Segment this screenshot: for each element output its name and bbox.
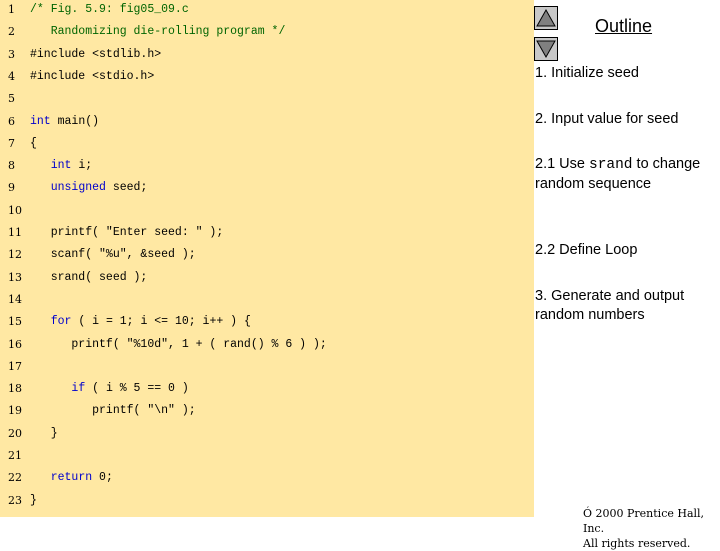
code-keyword: for	[50, 315, 72, 329]
code-text: 0;	[92, 471, 113, 485]
code-text: i;	[71, 159, 93, 173]
code-line: scanf( "%u", &seed );	[30, 248, 196, 261]
outline-step-2-1: 2.1 Use srand to change random sequence	[535, 155, 715, 194]
line-number: 15	[8, 315, 22, 329]
code-text: seed;	[105, 181, 148, 195]
code-line: /* Fig. 5.9: fig05_09.c	[30, 3, 189, 16]
line-number: 19	[8, 404, 22, 418]
code-line: unsigned seed;	[30, 181, 148, 195]
code-text: printf( "\n" );	[30, 404, 196, 418]
code-keyword: int	[30, 114, 51, 128]
line-number: 10	[8, 203, 22, 217]
code-keyword: unsigned	[50, 181, 106, 195]
code-keyword: if	[71, 382, 86, 396]
code-text: main()	[50, 114, 100, 128]
previous-slide-button[interactable]	[534, 6, 558, 30]
outline-step-2: 2. Input value for seed	[535, 111, 679, 127]
next-slide-button[interactable]	[534, 37, 558, 61]
line-number: 4	[8, 69, 15, 83]
code-line: Randomizing die-rolling program */	[30, 25, 286, 39]
code-text: scanf( "%u", &seed );	[30, 248, 196, 262]
code-line: srand( seed );	[30, 270, 148, 284]
outline-title[interactable]: Outline	[595, 16, 652, 37]
line-number: 12	[8, 248, 22, 262]
code-text: }	[30, 493, 37, 507]
outline-step-2-2: 2.2 Define Loop	[535, 242, 638, 258]
line-number: 18	[8, 382, 22, 396]
copyright-line-1: Ó 2000 Prentice Hall, Inc.	[583, 507, 705, 535]
code-line: return 0;	[30, 471, 113, 484]
code-text: printf( "%10d", 1 + ( rand() % 6 ) );	[30, 337, 327, 351]
code-line: }	[30, 494, 37, 507]
code-text: srand( seed );	[30, 270, 148, 284]
step-2-1-code: srand	[589, 157, 633, 173]
line-number: 17	[8, 359, 22, 373]
code-line: #include <stdio.h>	[30, 70, 154, 83]
line-number: 21	[8, 449, 22, 462]
code-line: for ( i = 1; i <= 10; i++ ) {	[30, 315, 251, 328]
triangle-up-icon	[536, 8, 556, 27]
code-line: {	[30, 137, 37, 150]
code-line: }	[30, 427, 58, 440]
line-number: 23	[8, 493, 22, 507]
code-line: if ( i % 5 == 0 )	[30, 382, 189, 396]
code-keyword: return	[50, 471, 93, 485]
step-2-1-prefix: 2.1 Use	[535, 156, 589, 172]
line-number: 14	[8, 292, 22, 306]
code-line: printf( "%10d", 1 + ( rand() % 6 ) );	[30, 337, 327, 351]
code-text: ( i % 5 == 0 )	[85, 382, 189, 396]
triangle-down-icon	[536, 40, 556, 59]
line-number: 11	[8, 226, 22, 239]
line-number: 7	[8, 136, 15, 150]
code-text: printf( "Enter seed: " );	[30, 226, 224, 239]
code-line: #include <stdlib.h>	[30, 48, 161, 61]
copyright-notice: Ó 2000 Prentice Hall, Inc. All rights re…	[583, 506, 720, 551]
line-number: 8	[8, 159, 15, 173]
code-text: #include <stdio.h>	[30, 69, 155, 83]
line-number: 2	[8, 25, 15, 39]
code-keyword: int	[50, 159, 72, 173]
code-line: int main()	[30, 115, 99, 128]
code-text: }	[30, 426, 58, 440]
code-text: ( i = 1; i <= 10; i++ ) {	[71, 315, 251, 329]
line-number: 3	[8, 47, 15, 61]
line-number: 6	[8, 114, 15, 128]
code-comment: Randomizing die-rolling program */	[30, 25, 286, 39]
line-number: 9	[8, 181, 15, 195]
outline-step-3: 3. Generate and output random numbers	[535, 288, 685, 323]
line-number: 22	[8, 471, 22, 485]
code-line: printf( "Enter seed: " );	[30, 226, 224, 239]
line-number: 1	[8, 3, 15, 16]
outline-step-1: 1. Initialize seed	[535, 65, 639, 81]
code-line: int i;	[30, 159, 92, 172]
code-text: {	[30, 136, 37, 150]
line-number: 13	[8, 270, 22, 284]
line-number: 16	[8, 337, 22, 351]
code-line: printf( "\n" );	[30, 404, 196, 417]
code-comment: /* Fig. 5.9: fig05_09.c	[30, 3, 189, 16]
line-number: 20	[8, 426, 22, 440]
code-text: #include <stdlib.h>	[30, 47, 162, 61]
line-number: 5	[8, 92, 15, 106]
copyright-line-2: All rights reserved.	[583, 537, 691, 550]
